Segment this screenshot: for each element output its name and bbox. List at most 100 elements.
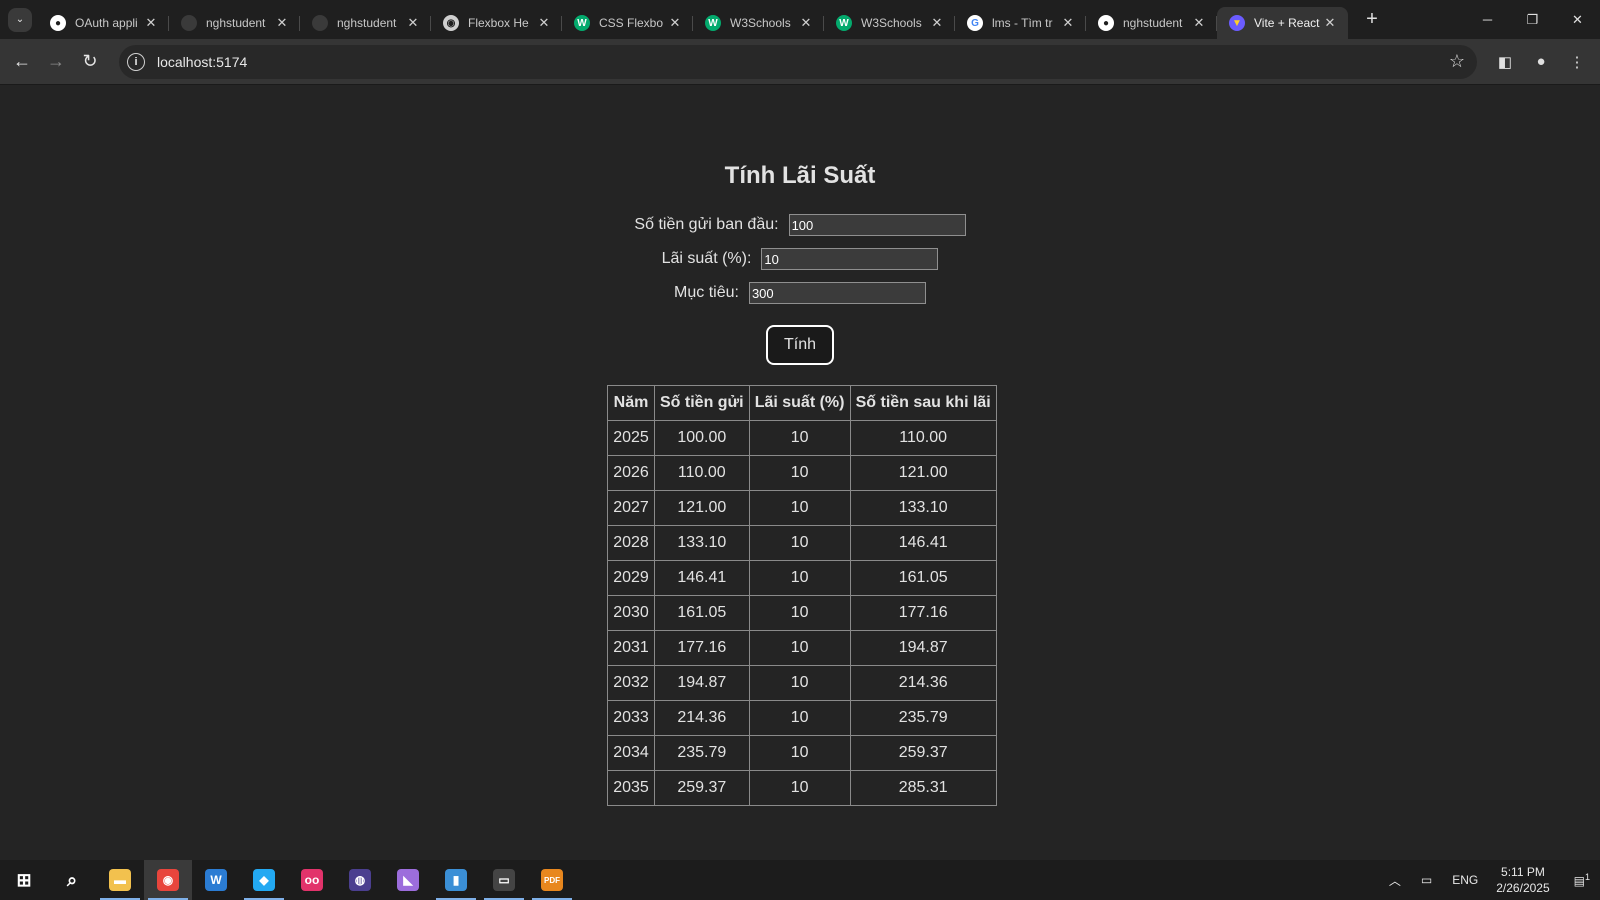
browser-tab[interactable]: nghstudent ✕ xyxy=(169,7,300,39)
cell-rate: 10 xyxy=(748,420,851,456)
language-indicator[interactable]: ENG xyxy=(1452,873,1478,887)
taskbar-app[interactable]: ▮ xyxy=(432,860,480,900)
cell-year: 2026 xyxy=(607,455,655,491)
window-controls: ─ ❐ ✕ xyxy=(1465,0,1600,39)
file-explorer-icon: ▬ xyxy=(109,869,131,891)
table-row: 2027 121.00 10 133.10 xyxy=(607,490,997,526)
calculate-button[interactable]: Tính xyxy=(766,325,834,365)
taskbar-app[interactable]: ◉ xyxy=(144,860,192,900)
address-bar[interactable]: i localhost:5174 ☆ xyxy=(119,44,1477,79)
profile-icon[interactable]: ● xyxy=(1523,45,1559,79)
close-window-icon[interactable]: ✕ xyxy=(1555,0,1600,39)
result-table: Năm Số tiền gửi Lãi suất (%) Số tiền sau… xyxy=(607,385,997,806)
close-tab-icon[interactable]: ✕ xyxy=(1191,15,1207,31)
taskbar-app[interactable]: ◣ xyxy=(384,860,432,900)
globe-icon: ◉ xyxy=(443,15,459,31)
close-tab-icon[interactable]: ✕ xyxy=(798,15,814,31)
browser-tab[interactable]: Glms - Tìm tr ✕ xyxy=(955,7,1086,39)
cell-deposit: 177.16 xyxy=(654,630,750,666)
cell-deposit: 133.10 xyxy=(654,525,750,561)
browser-tab[interactable]: ● OAuth appli ✕ xyxy=(38,7,169,39)
clock[interactable]: 5:11 PM 2/26/2025 xyxy=(1496,864,1549,896)
cell-deposit: 110.00 xyxy=(654,455,750,491)
close-tab-icon[interactable]: ✕ xyxy=(1322,15,1338,31)
close-tab-icon[interactable]: ✕ xyxy=(667,15,683,31)
cell-amount-after: 177.16 xyxy=(849,595,997,631)
cell-rate: 10 xyxy=(748,560,851,596)
close-tab-icon[interactable]: ✕ xyxy=(405,15,421,31)
tab-title: W3Schools xyxy=(730,16,791,30)
cell-amount-after: 259.37 xyxy=(849,735,997,771)
tab-title: CSS Flexbo xyxy=(599,16,664,30)
table-row: 2030 161.05 10 177.16 xyxy=(607,595,997,631)
taskbar-app[interactable]: ◍ xyxy=(336,860,384,900)
cell-rate: 10 xyxy=(748,525,851,561)
restore-icon[interactable]: ❐ xyxy=(1510,0,1555,39)
close-tab-icon[interactable]: ✕ xyxy=(1060,15,1076,31)
page-title: Tính Lãi Suất xyxy=(724,162,876,189)
browser-tab-strip: ⌄ ● OAuth appli ✕ nghstudent ✕ nghstudent ✕ ◉ Fl… xyxy=(0,0,1600,39)
tab-title: Flexbox He xyxy=(468,16,529,30)
chrome-icon: ◉ xyxy=(157,869,179,891)
table-row: 2031 177.16 10 194.87 xyxy=(607,630,997,666)
cell-rate: 10 xyxy=(748,490,851,526)
close-tab-icon[interactable]: ✕ xyxy=(274,15,290,31)
side-panel-icon[interactable]: ◧ xyxy=(1487,45,1523,79)
initial-deposit-label: Số tiền gửi ban đầu: xyxy=(634,216,779,233)
browser-tab[interactable]: W W3Schools ✕ xyxy=(824,7,955,39)
minimize-icon[interactable]: ─ xyxy=(1465,0,1510,39)
browser-tab[interactable]: ● nghstudent ✕ xyxy=(1086,7,1217,39)
browser-tab[interactable]: ◉ Flexbox He ✕ xyxy=(431,7,562,39)
initial-deposit-input[interactable] xyxy=(788,214,966,236)
forward-button[interactable]: → xyxy=(39,45,73,79)
taskbar-app[interactable]: W xyxy=(192,860,240,900)
taskbar-app[interactable]: ◆ xyxy=(240,860,288,900)
tab-title: nghstudent xyxy=(1123,16,1183,30)
network-icon[interactable]: ▭ xyxy=(1421,873,1432,887)
target-input[interactable] xyxy=(748,282,926,304)
arrow-left-icon: ← xyxy=(13,51,31,71)
cell-year: 2033 xyxy=(607,700,655,736)
taskbar-app[interactable]: oo xyxy=(288,860,336,900)
table-row: 2026 110.00 10 121.00 xyxy=(607,455,997,491)
cell-year: 2025 xyxy=(607,420,655,456)
windows-logo-icon: ⊞ xyxy=(16,869,32,890)
table-row: 2025 100.00 10 110.00 xyxy=(607,420,997,456)
url-text[interactable]: localhost:5174 xyxy=(157,54,1449,70)
taskbar-app[interactable]: PDF xyxy=(528,860,576,900)
tab-search-button[interactable]: ⌄ xyxy=(8,7,32,32)
info-icon[interactable]: i xyxy=(127,52,145,71)
browser-tab[interactable]: nghstudent ✕ xyxy=(300,7,431,39)
close-tab-icon[interactable]: ✕ xyxy=(536,15,552,31)
table-row: 2033 214.36 10 235.79 xyxy=(607,700,997,736)
start-button[interactable]: ⊞ xyxy=(0,860,48,900)
cell-deposit: 146.41 xyxy=(654,560,750,596)
cell-rate: 10 xyxy=(748,665,851,701)
interest-rate-row: Lãi suất (%): xyxy=(0,248,1600,270)
interest-rate-input[interactable] xyxy=(761,248,939,270)
browser-tab[interactable]: W W3Schools ✕ xyxy=(693,7,824,39)
browser-tab[interactable]: ▼ Vite + React ✕ xyxy=(1217,7,1348,39)
bookmark-star-icon[interactable]: ☆ xyxy=(1449,51,1465,72)
close-tab-icon[interactable]: ✕ xyxy=(929,15,945,31)
table-header-row: Năm Số tiền gửi Lãi suất (%) Số tiền sau… xyxy=(607,385,997,421)
back-button[interactable]: ← xyxy=(5,45,39,79)
search-button[interactable]: ⌕ xyxy=(48,860,96,900)
cell-year: 2031 xyxy=(607,630,655,666)
taskbar-app[interactable]: ▬ xyxy=(96,860,144,900)
taskbar-app[interactable]: ▭ xyxy=(480,860,528,900)
chevron-up-icon[interactable]: ︿ xyxy=(1389,872,1401,889)
system-tray: ︿ ▭ ENG 5:11 PM 2/26/2025 ▤1 xyxy=(1379,860,1600,900)
pinned-apps: ▬ ◉ W ◆ oo ◍ ◣ ▮ ▭ PDF xyxy=(96,860,576,900)
cell-deposit: 161.05 xyxy=(654,595,750,631)
tab-title: Vite + React xyxy=(1254,16,1320,30)
terminal-icon: ▭ xyxy=(493,869,515,891)
cell-amount-after: 285.31 xyxy=(849,770,997,806)
more-menu-icon[interactable]: ⋮ xyxy=(1559,45,1595,79)
notification-icon[interactable]: ▤1 xyxy=(1574,872,1590,888)
new-tab-button[interactable]: + xyxy=(1360,8,1384,31)
browser-tab[interactable]: W CSS Flexbo ✕ xyxy=(562,7,693,39)
github-icon: ● xyxy=(1098,15,1114,31)
reload-button[interactable]: ↻ xyxy=(73,45,107,79)
close-tab-icon[interactable]: ✕ xyxy=(143,15,159,31)
